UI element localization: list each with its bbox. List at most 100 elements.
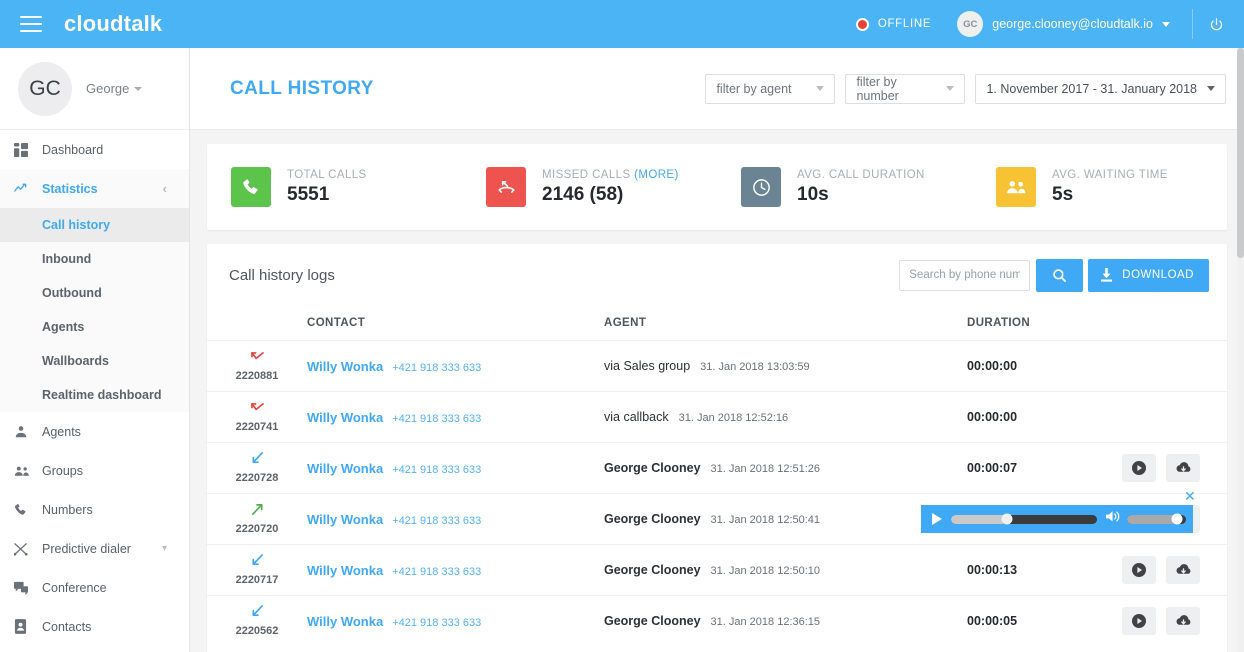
chart-line-icon — [14, 182, 42, 195]
table-row[interactable]: 2220720 Willy Wonka +421 918 333 633 Geo… — [207, 493, 1227, 544]
contact-name[interactable]: Willy Wonka — [307, 359, 383, 374]
download-recording-button[interactable] — [1166, 607, 1200, 635]
stat-total-calls: TOTAL CALLS 5551 — [207, 167, 462, 207]
date-range-select[interactable]: 1. November 2017 - 31. January 2018 — [975, 74, 1226, 104]
contact-name[interactable]: Willy Wonka — [307, 410, 383, 425]
volume-knob[interactable] — [1171, 514, 1182, 525]
contact-phone[interactable]: +421 918 333 633 — [392, 362, 481, 374]
speaker-icon[interactable] — [1106, 510, 1121, 528]
chevron-down-icon — [134, 87, 142, 91]
agent-name: George Clooney — [604, 461, 701, 475]
call-time: 31. Jan 2018 12:36:15 — [711, 616, 820, 628]
sidebar-subitem-label: Inbound — [42, 252, 91, 266]
contact-phone[interactable]: +421 918 333 633 — [392, 617, 481, 629]
table-row[interactable]: 2220562 Willy Wonka +421 918 333 633 Geo… — [207, 595, 1227, 646]
contact-cell: Willy Wonka +421 918 333 633 — [307, 614, 604, 629]
chevron-left-icon: ‹ — [163, 181, 167, 196]
scrollbar-thumb[interactable] — [1237, 48, 1244, 258]
contact-cell: Willy Wonka +421 918 333 633 — [307, 563, 604, 578]
status-badge[interactable]: OFFLINE — [856, 18, 931, 31]
sidebar-subitem-label: Wallboards — [42, 354, 109, 368]
table-row[interactable]: 2220728 Willy Wonka +421 918 333 633 Geo… — [207, 442, 1227, 493]
call-id-cell: 2220720 — [207, 503, 307, 535]
sidebar-item-statistics[interactable]: Statistics ‹ — [0, 169, 189, 208]
duration-cell: 00:00:05 — [967, 607, 1227, 635]
download-recording-button[interactable] — [1166, 556, 1200, 584]
sidebar-item-wallboards[interactable]: Wallboards — [0, 344, 189, 378]
sidebar-item-groups[interactable]: Groups — [0, 451, 189, 490]
call-time: 31. Jan 2018 12:50:41 — [711, 514, 820, 526]
volume-slider[interactable] — [1127, 515, 1186, 524]
agent-cell: George Clooney 31. Jan 2018 12:50:41 — [604, 512, 967, 526]
agent-name: via callback — [604, 410, 669, 424]
agent-cell: George Clooney 31. Jan 2018 12:50:10 — [604, 563, 967, 577]
table-row[interactable]: 2220717 Willy Wonka +421 918 333 633 Geo… — [207, 544, 1227, 595]
filter-by-agent-select[interactable]: filter by agent — [705, 74, 835, 104]
call-time: 31. Jan 2018 12:52:16 — [679, 412, 788, 424]
sidebar-item-agents[interactable]: Agents — [0, 412, 189, 451]
download-recording-button[interactable] — [1166, 454, 1200, 482]
chat-icon — [14, 581, 42, 595]
missed-calls-more-link[interactable]: (MORE) — [634, 169, 679, 181]
sidebar-item-contacts[interactable]: Contacts — [0, 607, 189, 646]
sidebar-item-dashboard[interactable]: Dashboard — [0, 130, 189, 169]
play-recording-button[interactable] — [1122, 556, 1156, 584]
brand-logo[interactable]: cloudtalk — [64, 11, 162, 37]
contact-name[interactable]: Willy Wonka — [307, 512, 383, 527]
contact-phone[interactable]: +421 918 333 633 — [392, 413, 481, 425]
sidebar-item-label: Predictive dialer — [42, 542, 131, 556]
column-header-agent: AGENT — [604, 317, 967, 329]
sidebar-item-conference[interactable]: Conference — [0, 568, 189, 607]
sidebar-item-call-history[interactable]: Call history — [0, 208, 189, 242]
contact-name[interactable]: Willy Wonka — [307, 563, 383, 578]
audio-player[interactable] — [921, 505, 1193, 533]
contact-phone[interactable]: +421 918 333 633 — [392, 566, 481, 578]
search-input[interactable] — [899, 260, 1030, 291]
duration-value: 00:00:13 — [967, 563, 1122, 577]
call-id-cell: 2220741 — [207, 401, 307, 433]
search-button[interactable] — [1036, 259, 1083, 292]
table-row[interactable]: 2220741 Willy Wonka +421 918 333 633 via… — [207, 391, 1227, 442]
play-icon[interactable] — [932, 513, 942, 525]
download-button[interactable]: DOWNLOAD — [1088, 259, 1209, 292]
hamburger-icon[interactable] — [20, 16, 42, 32]
stat-text: AVG. CALL DURATION 10s — [797, 169, 925, 206]
sidebar-item-inbound[interactable]: Inbound — [0, 242, 189, 276]
filter-by-number-select[interactable]: filter by number — [845, 74, 965, 104]
sidebar-item-outbound[interactable]: Outbound — [0, 276, 189, 310]
table-row[interactable]: 2220881 Willy Wonka +421 918 333 633 via… — [207, 340, 1227, 391]
contact-name[interactable]: Willy Wonka — [307, 461, 383, 476]
sidebar-profile[interactable]: GC George — [0, 48, 189, 130]
agent-name: via Sales group — [604, 359, 690, 373]
inbound-call-direction-icon — [251, 605, 264, 623]
agent-cell: via callback 31. Jan 2018 12:52:16 — [604, 410, 967, 424]
page-scrollbar[interactable] — [1237, 48, 1244, 652]
sidebar-item-stats-agents[interactable]: Agents — [0, 310, 189, 344]
status-dot-icon — [856, 18, 869, 31]
phone-icon — [231, 167, 271, 207]
contact-phone[interactable]: +421 918 333 633 — [392, 464, 481, 476]
sidebar-item-label: Numbers — [42, 503, 93, 517]
sidebar-item-numbers[interactable]: Numbers — [0, 490, 189, 529]
play-recording-button[interactable] — [1122, 454, 1156, 482]
stat-value: 5s — [1052, 184, 1168, 206]
seek-slider[interactable] — [951, 515, 1097, 524]
inbound-call-direction-icon — [251, 554, 264, 572]
close-icon[interactable]: ✕ — [1184, 489, 1196, 503]
stat-label: AVG. WAITING TIME — [1052, 169, 1168, 181]
user-menu[interactable]: GC george.clooney@cloudtalk.io — [957, 11, 1170, 37]
stat-text: TOTAL CALLS 5551 — [287, 169, 367, 206]
sidebar-item-predictive-dialer[interactable]: Predictive dialer ▾ — [0, 529, 189, 568]
seek-knob[interactable] — [1001, 514, 1012, 525]
missed-call-icon — [486, 167, 526, 207]
stat-label: MISSED CALLS (MORE) — [542, 169, 679, 181]
logs-toolbar: Call history logs DOWNLOAD — [207, 244, 1227, 306]
sidebar-item-realtime-dashboard[interactable]: Realtime dashboard — [0, 378, 189, 412]
contact-name[interactable]: Willy Wonka — [307, 614, 383, 629]
call-time: 31. Jan 2018 12:50:10 — [711, 565, 820, 577]
power-icon[interactable] — [1209, 17, 1224, 32]
play-recording-button[interactable] — [1122, 607, 1156, 635]
contact-phone[interactable]: +421 918 333 633 — [392, 515, 481, 527]
chevron-down-icon: ▾ — [162, 543, 167, 554]
call-id: 2220728 — [236, 472, 279, 484]
